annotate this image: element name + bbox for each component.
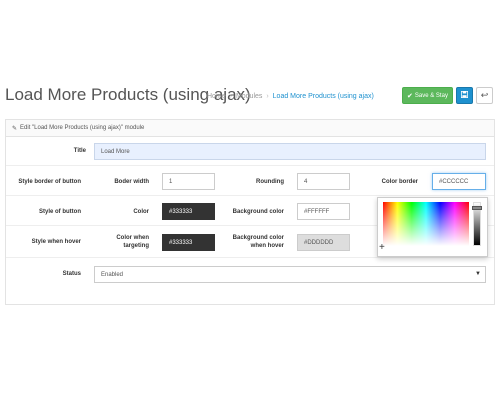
save-and-stay-button[interactable]: ✔ Save & Stay: [402, 87, 453, 104]
crosshair-icon: +: [379, 242, 385, 253]
background-hover-label: Background color when hover: [232, 235, 284, 249]
border-width-input[interactable]: 1: [162, 173, 215, 190]
border-width-label: Boder width: [114, 179, 149, 185]
background-color-input[interactable]: #FFFFFF: [297, 203, 350, 220]
rounding-input[interactable]: 4: [297, 173, 350, 190]
status-selected-value: Enabled: [101, 271, 124, 278]
color-targeting-input[interactable]: #333333: [162, 234, 215, 251]
background-hover-input[interactable]: #DDDDDD: [297, 234, 350, 251]
title-row: Title Load More: [6, 137, 494, 166]
status-select[interactable]: Enabled ▼: [94, 266, 486, 283]
rounding-label: Rounding: [256, 179, 284, 185]
breadcrumb-home[interactable]: Home: [207, 93, 226, 100]
color-border-input[interactable]: #CCCCCC: [432, 173, 486, 190]
breadcrumb-current[interactable]: Load More Products (using ajax): [273, 93, 374, 100]
background-color-label: Background color: [232, 209, 284, 215]
breadcrumb-modules[interactable]: Modules: [236, 93, 262, 100]
color-targeting-label: Color when targeting: [116, 235, 149, 249]
save-and-stay-label: Save & Stay: [414, 92, 448, 99]
back-icon: ↩: [480, 90, 489, 100]
border-section-label: Style border of button: [18, 179, 81, 185]
hover-section-label: Style when hover: [31, 239, 81, 245]
save-button[interactable]: [456, 87, 473, 104]
save-icon: [460, 90, 469, 100]
caret-down-icon: ▼: [475, 271, 481, 277]
panel-heading: ✎ Edit "Load More Products (using ajax)"…: [6, 120, 494, 137]
breadcrumb-separator: ›: [266, 93, 269, 100]
back-button[interactable]: ↩: [476, 87, 493, 104]
panel-heading-text: Edit "Load More Products (using ajax)" m…: [20, 125, 145, 131]
status-label: Status: [62, 271, 81, 277]
title-input[interactable]: Load More: [94, 143, 486, 160]
color-border-label: Color border: [381, 179, 418, 185]
color-input[interactable]: #333333: [162, 203, 215, 220]
color-picker-popup: +: [377, 197, 488, 257]
border-style-row: Style border of button Boder width 1 Rou…: [6, 166, 494, 196]
status-row: Status Enabled ▼: [6, 258, 494, 290]
breadcrumb: Home › Modules › Load More Products (usi…: [207, 93, 374, 100]
title-label: Title: [73, 148, 86, 154]
brightness-slider[interactable]: [472, 202, 482, 246]
pencil-icon: ✎: [12, 125, 18, 132]
saturation-value-area[interactable]: [383, 202, 469, 246]
style-section-label: Style of button: [39, 209, 81, 215]
color-label: Color: [133, 209, 149, 215]
slider-handle[interactable]: [472, 206, 482, 210]
checkmark-icon: ✔: [407, 92, 413, 100]
breadcrumb-separator: ›: [229, 93, 232, 100]
